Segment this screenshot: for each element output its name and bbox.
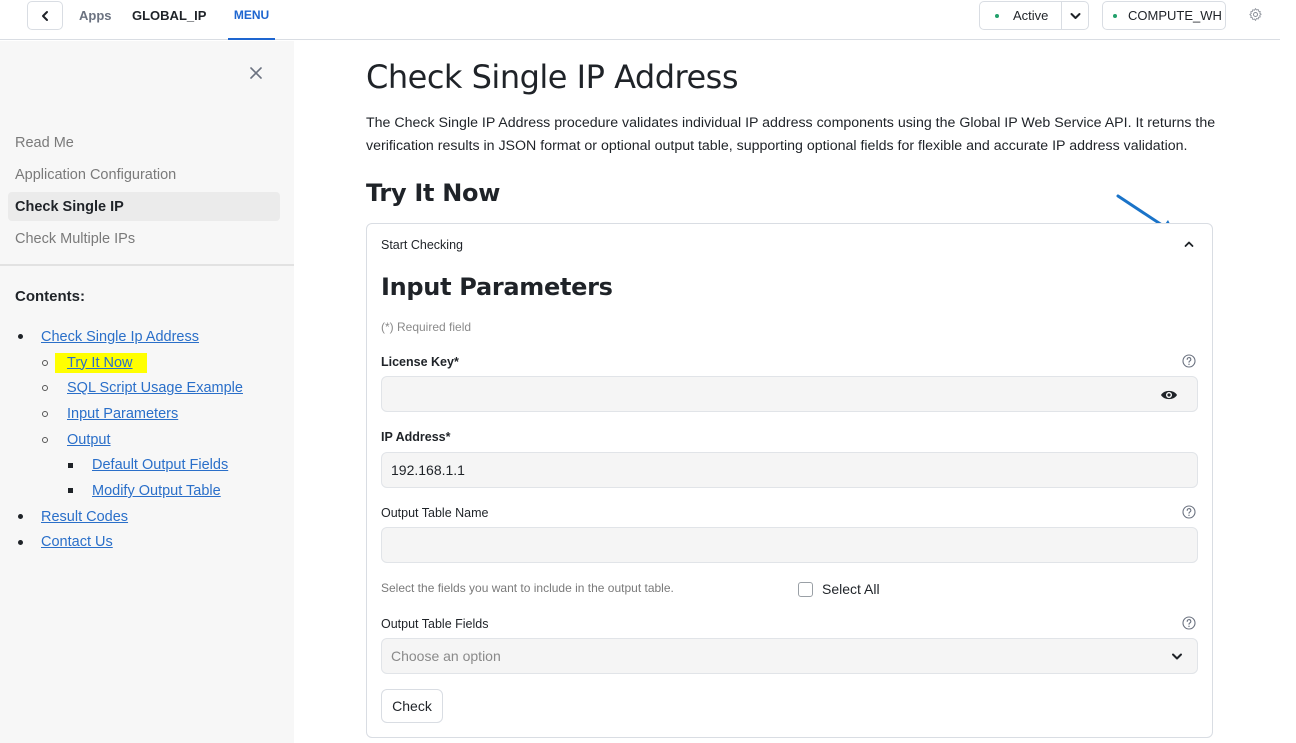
toc-link-result-codes[interactable]: Result Codes [41,509,128,525]
bullet-icon [18,514,23,520]
bullet-icon [42,436,48,443]
toc-link-contact-us[interactable]: Contact Us [41,534,113,550]
toc-item: Default Output Fields [0,452,294,478]
toc-item: Result Codes [0,504,294,530]
page-title: Check Single IP Address [366,58,739,96]
bullet-icon [68,488,73,494]
toc-item: Check Single Ip Address [0,324,294,350]
sidebar-divider [0,264,294,266]
bullet-icon [18,539,23,545]
panel-header[interactable]: Start Checking [381,238,463,252]
close-icon[interactable] [249,66,263,80]
input-parameters-title: Input Parameters [381,273,613,301]
tab-menu[interactable]: MENU [228,0,275,40]
toc-link-modify-output-table[interactable]: Modify Output Table [92,483,221,499]
status-selector: Active [979,1,1089,30]
sidebar: Read Me Application Configuration Check … [0,41,294,743]
toc-link-default-output-fields[interactable]: Default Output Fields [92,457,228,473]
warehouse-selector[interactable]: COMPUTE_WH [1102,1,1226,30]
output-table-name-label: Output Table Name [381,506,489,520]
output-table-fields-label: Output Table Fields [381,617,489,631]
sidebar-nav: Read Me Application Configuration Check … [8,127,280,255]
toc-item: Modify Output Table [0,478,294,504]
output-table-name-field[interactable] [381,527,1198,563]
chevron-down-icon [1172,653,1182,660]
ip-address-field[interactable] [381,452,1198,488]
select-all-checkbox[interactable]: Select All [798,581,880,597]
license-key-input[interactable] [391,377,1197,411]
select-all-label: Select All [822,581,880,597]
sidebar-item-check-multiple-ips[interactable]: Check Multiple IPs [8,223,280,255]
toc-link-try-it-now[interactable]: Try It Now [55,352,147,373]
sidebar-item-application-configuration[interactable]: Application Configuration [8,159,280,191]
gear-icon[interactable] [1248,7,1263,22]
help-circle-icon[interactable] [1182,616,1196,630]
bullet-icon [68,462,73,468]
toc-item: Contact Us [0,530,294,556]
license-key-label: License Key* [381,355,459,369]
section-title: Try It Now [366,179,501,207]
select-placeholder: Choose an option [391,648,501,664]
eye-icon[interactable] [1160,389,1178,401]
sidebar-item-read-me[interactable]: Read Me [8,127,280,159]
toc-link-input-parameters[interactable]: Input Parameters [67,406,178,422]
top-bar: Apps GLOBAL_IP MENU Active COMPUTE_WH [0,0,1280,40]
page-description: The Check Single IP Address procedure va… [366,115,1216,154]
toc-item: Input Parameters [0,401,294,427]
ip-address-input[interactable] [391,453,1197,487]
output-table-name-input[interactable] [391,528,1197,562]
chevron-left-icon [42,10,48,21]
ip-address-label: IP Address* [381,430,451,444]
toc-link-sql-script-usage-example[interactable]: SQL Script Usage Example [67,380,243,396]
chevron-up-icon[interactable] [1183,239,1195,249]
license-key-field[interactable] [381,376,1198,412]
required-field-note: (*) Required field [381,320,472,334]
bullet-icon [42,410,48,417]
status-label: Active [1013,8,1049,23]
bullet-icon [42,385,48,392]
check-button[interactable]: Check [381,689,443,723]
start-checking-panel: Start Checking Input Parameters (*) Requ… [366,223,1213,738]
breadcrumb-apps[interactable]: Apps [79,8,112,23]
toc-link-output[interactable]: Output [67,432,111,448]
toc-item: SQL Script Usage Example [0,375,294,401]
help-circle-icon[interactable] [1182,354,1196,368]
chevron-down-icon [1070,12,1080,19]
status-dropdown-button[interactable] [1062,2,1088,29]
checkbox-icon[interactable] [798,581,813,597]
warehouse-label: COMPUTE_WH [1128,8,1222,23]
bullet-icon [18,334,23,340]
help-circle-icon[interactable] [1182,505,1196,519]
output-table-fields-select[interactable]: Choose an option [381,638,1198,674]
table-of-contents: Check Single Ip Address Try It Now SQL S… [0,324,294,555]
toc-link-check-single-ip-address[interactable]: Check Single Ip Address [41,329,199,345]
fields-hint: Select the fields you want to include in… [381,581,674,595]
breadcrumb-app-name: GLOBAL_IP [132,8,207,23]
sidebar-item-check-single-ip[interactable]: Check Single IP [8,192,280,221]
warehouse-status-dot-icon [1113,13,1117,18]
status-dot-icon [995,13,999,18]
status-button[interactable]: Active [980,2,1062,29]
contents-title: Contents: [15,288,85,305]
toc-item: Output [0,427,294,453]
bullet-icon [42,359,48,366]
back-button[interactable] [27,1,63,30]
toc-item: Try It Now [0,350,294,376]
